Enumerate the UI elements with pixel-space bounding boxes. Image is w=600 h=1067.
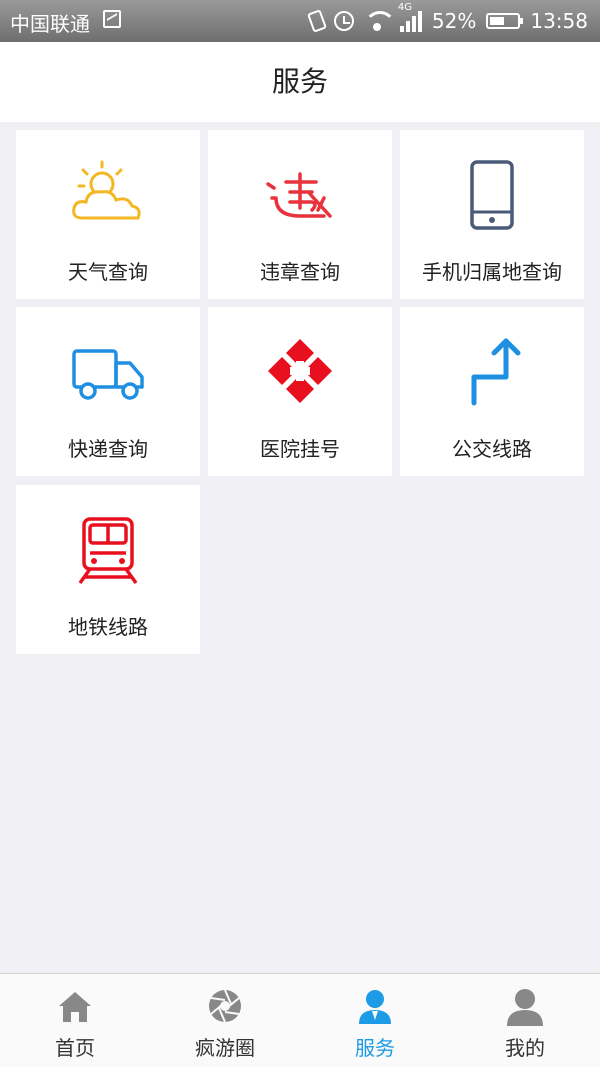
violation-icon xyxy=(266,172,332,218)
tab-home[interactable]: 首页 xyxy=(0,974,150,1067)
tab-mine[interactable]: 我的 xyxy=(450,974,600,1067)
bottom-tab-bar: 首页 疯游圈 服务 我的 xyxy=(0,973,600,1067)
profile-icon xyxy=(507,989,543,1026)
service-tile-bus-route[interactable]: 公交线路 xyxy=(400,307,584,476)
service-tile-weather[interactable]: 天气查询 xyxy=(16,130,200,299)
page-title: 服务 xyxy=(271,65,328,98)
carrier-name: 中国联通 xyxy=(10,12,90,36)
tab-service[interactable]: 服务 xyxy=(300,974,450,1067)
service-tile-metro[interactable]: 地铁线路 xyxy=(16,485,200,654)
service-label: 手机归属地查询 xyxy=(422,260,562,284)
clock: 13:58 xyxy=(530,9,588,33)
tab-label: 首页 xyxy=(55,1036,95,1060)
service-label: 天气查询 xyxy=(68,260,148,284)
tab-label: 疯游圈 xyxy=(195,1036,255,1060)
wifi-icon xyxy=(363,11,396,31)
route-icon xyxy=(471,338,521,406)
status-bar: 中国联通 4G 52% 13:58 xyxy=(0,0,600,42)
tab-circle[interactable]: 疯游圈 xyxy=(150,974,300,1067)
service-tile-hospital[interactable]: 医院挂号 xyxy=(208,307,392,476)
service-label: 医院挂号 xyxy=(260,437,340,461)
service-label: 快递查询 xyxy=(68,437,148,461)
weather-icon xyxy=(72,160,141,220)
service-label: 地铁线路 xyxy=(68,615,148,639)
truck-icon xyxy=(72,349,144,400)
battery-percent: 52% xyxy=(431,9,477,33)
service-tile-express[interactable]: 快递查询 xyxy=(16,307,200,476)
aperture-icon xyxy=(209,989,241,1023)
service-person-icon xyxy=(359,990,391,1024)
metro-icon xyxy=(78,517,138,585)
tab-label: 服务 xyxy=(355,1036,395,1060)
vibrate-icon xyxy=(306,9,327,33)
service-tile-violation[interactable]: 违章查询 xyxy=(208,130,392,299)
home-icon xyxy=(59,992,91,1022)
tab-label: 我的 xyxy=(505,1036,545,1060)
battery-icon xyxy=(486,13,524,29)
service-label: 违章查询 xyxy=(260,260,340,284)
signal-icon: 4G xyxy=(398,2,422,32)
alarm-icon xyxy=(333,11,354,31)
image-notification-icon xyxy=(103,10,121,28)
phone-icon xyxy=(470,160,514,230)
header: 服务 xyxy=(0,42,600,122)
hospital-icon xyxy=(268,339,332,403)
service-tile-phone-location[interactable]: 手机归属地查询 xyxy=(400,130,584,299)
network-type: 4G xyxy=(397,2,413,13)
service-label: 公交线路 xyxy=(452,437,532,461)
